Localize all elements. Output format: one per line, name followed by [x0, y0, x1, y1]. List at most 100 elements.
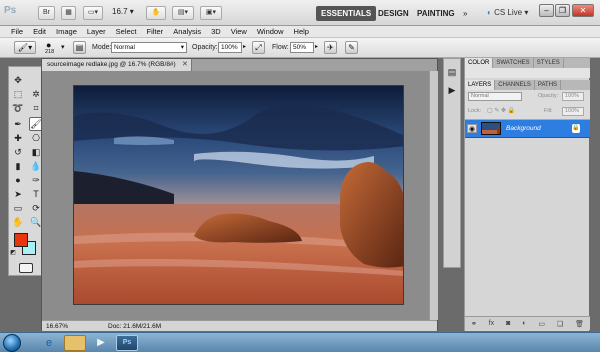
menu-3d[interactable]: 3D — [211, 26, 221, 37]
options-bar: 🖌▾ ● 218 ▾ ▤ Mode: Normal ▾ Opacity: 100%… — [0, 38, 600, 58]
layer-opacity-input[interactable]: 100% — [562, 92, 584, 101]
windows-taskbar: e ▶ Ps — [0, 332, 600, 352]
ie-icon[interactable]: e — [38, 335, 60, 351]
foreground-color-swatch[interactable] — [14, 233, 28, 247]
media-player-icon[interactable]: ▶ — [90, 335, 112, 351]
rectangular-marquee-icon[interactable]: ⬚ — [11, 87, 25, 101]
shape-tool-icon[interactable]: ▭ — [11, 201, 25, 215]
image-canvas[interactable] — [73, 85, 404, 305]
menu-layer[interactable]: Layer — [87, 26, 106, 37]
flow-arrow-icon[interactable]: ▸ — [315, 43, 318, 50]
lake-photo — [74, 86, 403, 304]
layers-footer: ⚭ fx ◙ ◐ ▭ ❏ 🗑 — [465, 316, 590, 330]
blend-mode-select[interactable]: Normal — [468, 92, 522, 101]
gradient-tool-icon[interactable]: ▮ — [11, 159, 25, 173]
tab-color[interactable]: COLOR — [465, 58, 494, 68]
hand-tool-button[interactable]: ✋ — [146, 6, 166, 20]
arrange-documents-button[interactable]: ▤▾ — [172, 6, 194, 20]
tab-channels[interactable]: CHANNELS — [495, 80, 535, 90]
menu-view[interactable]: View — [231, 26, 247, 37]
adjustment-layer-icon[interactable]: ◐ — [522, 320, 526, 327]
color-panel-body — [465, 68, 590, 78]
lasso-tool-icon[interactable]: ➰ — [11, 101, 25, 115]
menu-image[interactable]: Image — [56, 26, 77, 37]
view-extras-button[interactable]: ▭▾ — [83, 6, 103, 20]
dodge-tool-icon[interactable]: ● — [11, 173, 25, 187]
more-workspaces-button[interactable]: » — [458, 6, 472, 21]
menu-filter[interactable]: Filter — [147, 26, 164, 37]
layer-row[interactable]: ◉ Background 🔒 — [465, 120, 590, 138]
quick-mask-button[interactable] — [19, 263, 33, 273]
actions-panel-icon[interactable]: ▶ — [445, 83, 459, 97]
minimize-button[interactable]: – — [539, 4, 554, 17]
tablet-pressure-size-icon[interactable]: ✎ — [345, 41, 358, 54]
menu-window[interactable]: Window — [257, 26, 284, 37]
tab-layers[interactable]: LAYERS — [465, 80, 496, 90]
minibridge-button[interactable]: ▦ — [61, 6, 76, 20]
opacity-arrow-icon[interactable]: ▸ — [243, 43, 246, 50]
lock-options-icon[interactable]: ▢ ✎ ✥ 🔒 — [487, 107, 515, 114]
tab-paths[interactable]: PATHS — [535, 80, 562, 90]
status-doc-size[interactable]: Doc: 21.6M/21.6M — [108, 323, 161, 330]
layer-style-icon[interactable]: fx — [489, 320, 494, 327]
menu-edit[interactable]: Edit — [33, 26, 46, 37]
mode-select[interactable]: Normal ▾ — [111, 42, 187, 53]
collapsed-panel-strip: ▤ ▶ — [443, 58, 461, 268]
tab-swatches[interactable]: SWATCHES — [493, 58, 534, 68]
brush-picker-arrow-icon[interactable]: ▾ — [61, 43, 65, 51]
workspace-essentials-button[interactable]: ESSENTIALS — [316, 6, 377, 21]
visibility-eye-icon[interactable]: ◉ — [467, 124, 477, 133]
menu-help[interactable]: Help — [294, 26, 309, 37]
delete-layer-icon[interactable]: 🗑 — [575, 320, 584, 328]
layer-opacity-label: Opacity: — [538, 93, 559, 99]
link-layers-icon[interactable]: ⚭ — [471, 320, 477, 328]
new-group-icon[interactable]: ▭ — [538, 320, 545, 328]
tool-preset-picker[interactable]: 🖌▾ — [14, 41, 36, 54]
new-layer-icon[interactable]: ❏ — [557, 320, 563, 328]
move-tool-icon[interactable]: ✥ — [11, 73, 25, 87]
brush-size-value: 218 — [45, 49, 55, 55]
fill-input[interactable]: 100% — [562, 107, 584, 116]
document-tab[interactable]: sourceimage redlake.jpg @ 16.7% (RGB/8#) — [42, 59, 192, 71]
document-status-bar: 16.67% Doc: 21.6M/21.6M — [42, 320, 437, 331]
workspace-painting-button[interactable]: PAINTING — [412, 6, 460, 21]
tab-styles[interactable]: STYLES — [534, 58, 564, 68]
document-title: sourceimage redlake.jpg @ 16.7% (RGB/8#) — [47, 61, 176, 68]
vertical-scrollbar[interactable] — [429, 71, 438, 320]
brush-panel-toggle-icon[interactable]: ▤ — [73, 41, 86, 54]
add-mask-icon[interactable]: ◙ — [506, 320, 510, 327]
fill-label: Fill: — [544, 108, 553, 114]
restore-button[interactable]: ❐ — [555, 4, 570, 17]
history-panel-icon[interactable]: ▤ — [445, 65, 459, 79]
hand-tool-icon[interactable]: ✋ — [11, 215, 25, 229]
photoshop-taskbar-icon[interactable]: Ps — [116, 335, 138, 351]
document-window: sourceimage redlake.jpg @ 16.7% (RGB/8#)… — [41, 58, 438, 331]
path-selection-icon[interactable]: ➤ — [11, 187, 25, 201]
start-button[interactable] — [3, 334, 21, 352]
zoom-level-select[interactable]: 16.7 ▾ — [112, 7, 134, 16]
document-close-icon[interactable]: ✕ — [182, 60, 188, 68]
screen-mode-button[interactable]: ▣▾ — [200, 6, 222, 20]
default-colors-icon[interactable]: ◩ — [9, 249, 17, 257]
eyedropper-icon[interactable]: ✒ — [11, 117, 25, 131]
bridge-button[interactable]: Br — [38, 6, 55, 20]
cs-live-icon: ◐ — [487, 8, 492, 17]
menu-select[interactable]: Select — [116, 26, 137, 37]
opacity-input[interactable]: 100% — [218, 42, 242, 53]
explorer-icon[interactable] — [64, 335, 86, 351]
workspace-design-button[interactable]: DESIGN — [373, 6, 414, 21]
menu-file[interactable]: File — [11, 26, 23, 37]
menu-analysis[interactable]: Analysis — [173, 26, 201, 37]
lock-label: Lock: — [468, 108, 482, 114]
status-zoom-field[interactable]: 16.67% — [46, 323, 68, 330]
lock-icon: 🔒 — [572, 124, 580, 133]
history-brush-icon[interactable]: ↺ — [11, 145, 25, 159]
tab-strip — [192, 59, 437, 71]
airbrush-icon[interactable]: ✈ — [324, 41, 337, 54]
tablet-pressure-opacity-icon[interactable]: ⤢ — [252, 41, 265, 54]
close-button[interactable]: ✕ — [572, 4, 594, 17]
cs-live-button[interactable]: ◐ CS Live ▾ — [487, 8, 528, 17]
flow-input[interactable]: 50% — [290, 42, 314, 53]
mode-label: Mode: — [92, 44, 112, 51]
spot-healing-icon[interactable]: ✚ — [11, 131, 25, 145]
